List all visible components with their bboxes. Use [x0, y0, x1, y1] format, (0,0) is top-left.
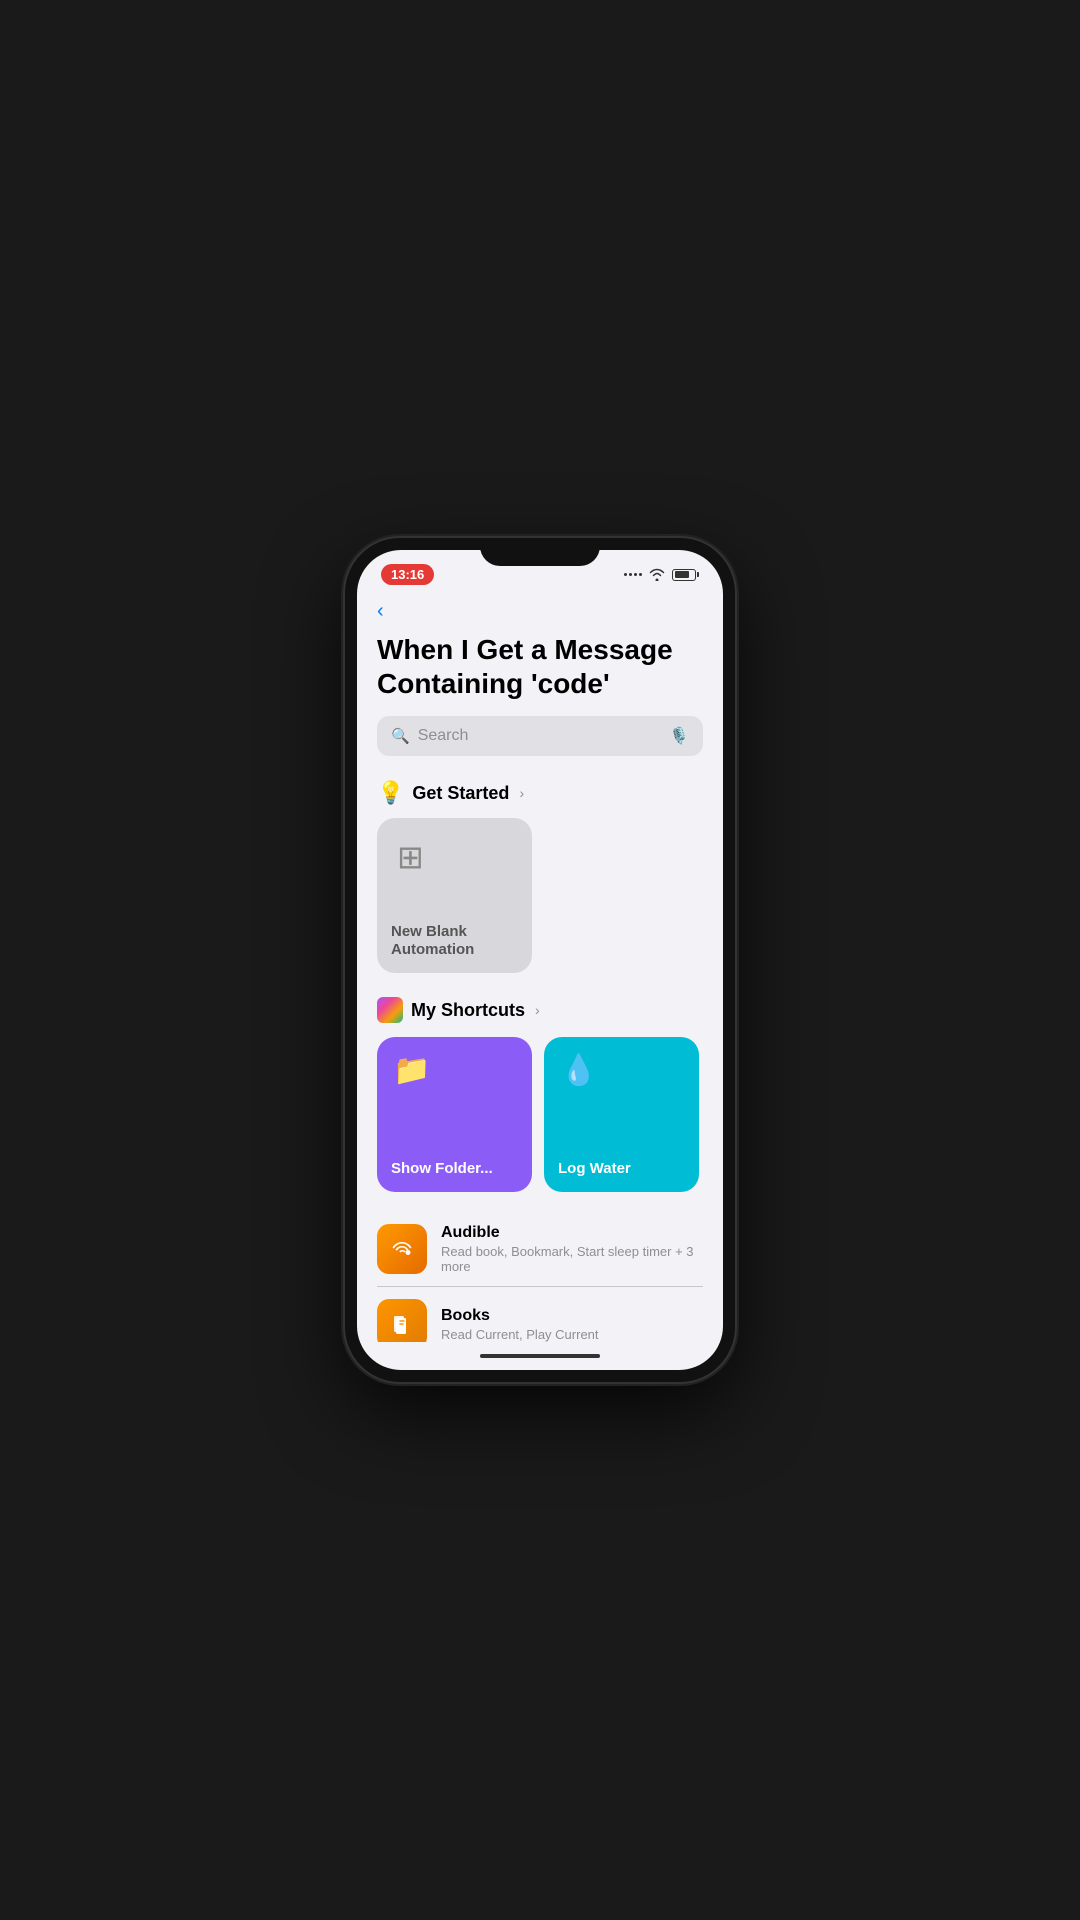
new-blank-automation-card[interactable]: ⊞ New BlankAutomation	[377, 818, 532, 973]
log-water-card[interactable]: 💧 Log Water	[544, 1037, 699, 1192]
audible-subtitle: Read book, Bookmark, Start sleep timer +…	[441, 1244, 703, 1274]
bulb-icon: 💡	[377, 780, 404, 806]
log-water-label: Log Water	[558, 1160, 631, 1178]
audible-info: Audible Read book, Bookmark, Start sleep…	[441, 1224, 703, 1274]
back-chevron-icon: ‹	[377, 601, 384, 621]
list-item[interactable]: Audible Read book, Bookmark, Start sleep…	[377, 1212, 703, 1287]
status-icons	[624, 568, 699, 581]
phone-frame: 13:16	[345, 538, 735, 1382]
status-time: 13:16	[381, 564, 434, 585]
blank-card-label: New BlankAutomation	[391, 923, 474, 959]
get-started-title: Get Started	[412, 783, 509, 804]
my-shortcuts-section: My Shortcuts › 📁 Show Folder... 💧 Log Wa…	[357, 989, 723, 1204]
shortcuts-header[interactable]: My Shortcuts ›	[377, 997, 703, 1023]
shortcuts-title: My Shortcuts	[411, 1000, 525, 1021]
page-title: When I Get a Message Containing 'code'	[357, 625, 723, 716]
phone-screen: 13:16	[357, 550, 723, 1370]
get-started-cards: ⊞ New BlankAutomation	[377, 818, 703, 973]
back-button[interactable]: ‹	[357, 593, 723, 625]
folder-icon: 📁	[393, 1053, 430, 1088]
list-item[interactable]: Books Read Current, Play Current	[377, 1287, 703, 1342]
search-bar[interactable]: 🔍 Search 🎙️	[377, 716, 703, 756]
app-list: Audible Read book, Bookmark, Start sleep…	[357, 1212, 723, 1342]
search-icon: 🔍	[391, 727, 410, 745]
books-app-icon	[377, 1299, 427, 1342]
get-started-section: 💡 Get Started › ⊞ New BlankAutomation	[357, 776, 723, 989]
books-name: Books	[441, 1307, 703, 1325]
audible-app-icon	[377, 1224, 427, 1274]
wifi-icon	[648, 568, 666, 581]
get-started-chevron-icon: ›	[519, 785, 524, 801]
signal-dots-icon	[624, 573, 642, 576]
get-started-header[interactable]: 💡 Get Started ›	[377, 780, 703, 806]
mic-icon[interactable]: 🎙️	[669, 726, 689, 746]
notch	[480, 538, 600, 566]
books-info: Books Read Current, Play Current	[441, 1307, 703, 1342]
search-placeholder: Search	[418, 727, 661, 745]
new-blank-icon: ⊞	[397, 838, 424, 876]
battery-icon	[672, 569, 699, 581]
scroll-content[interactable]: ‹ When I Get a Message Containing 'code'…	[357, 593, 723, 1342]
shortcuts-scroll[interactable]: 📁 Show Folder... 💧 Log Water	[377, 1037, 703, 1192]
water-icon: 💧	[560, 1053, 597, 1088]
shortcuts-app-icon	[377, 997, 403, 1023]
home-indicator	[357, 1342, 723, 1370]
shortcuts-chevron-icon: ›	[535, 1002, 540, 1018]
home-bar	[480, 1354, 600, 1358]
books-subtitle: Read Current, Play Current	[441, 1327, 703, 1342]
show-folder-label: Show Folder...	[391, 1160, 493, 1178]
show-folder-card[interactable]: 📁 Show Folder...	[377, 1037, 532, 1192]
audible-name: Audible	[441, 1224, 703, 1242]
